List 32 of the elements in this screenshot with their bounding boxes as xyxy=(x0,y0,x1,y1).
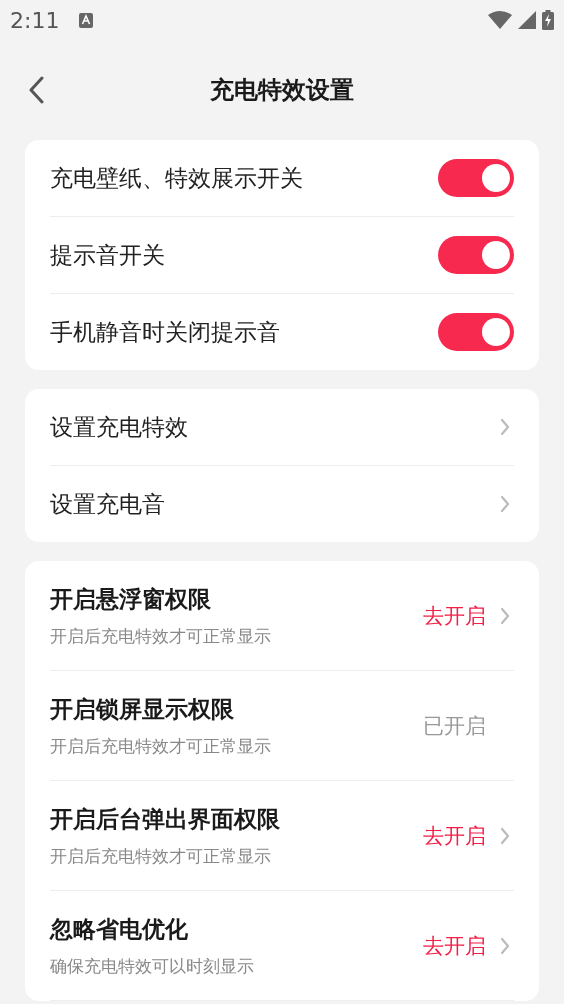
chevron-icon xyxy=(500,495,510,513)
permission-title: 开启锁屏显示权限 xyxy=(50,694,235,724)
setting-label: 手机静音时关闭提示音 xyxy=(50,317,280,347)
status-time: 2:11 xyxy=(10,7,60,33)
menu-item[interactable]: 设置充电特效 xyxy=(50,411,188,443)
permission-title: 开启悬浮窗权限 xyxy=(50,584,212,614)
setting-label: 提示音开关 xyxy=(50,240,165,270)
setting-label: 充电壁纸、特效展示开关 xyxy=(50,163,303,193)
permission-description: 开启后充电特效才可正常显示 xyxy=(50,734,272,758)
permission-description: 确保充电特效可以时刻显示 xyxy=(50,954,255,978)
permission-description: 开启后充电特效才可正常显示 xyxy=(50,844,272,868)
battery-charging-icon xyxy=(542,10,554,30)
notification-icon xyxy=(79,12,94,28)
chevron-icon xyxy=(500,418,510,436)
permission-title: 开启后台弹出界面权限 xyxy=(50,804,281,834)
chevron-icon xyxy=(500,826,510,845)
enable-link[interactable]: 去开启 xyxy=(423,821,486,850)
toggle-switch[interactable] xyxy=(438,236,514,274)
permission-title: 忽略省电优化 xyxy=(50,914,189,944)
enable-link[interactable]: 去开启 xyxy=(423,931,486,960)
permission-description: 开启后充电特效才可正常显示 xyxy=(50,624,272,648)
toggle-switch[interactable] xyxy=(438,159,514,197)
enable-link[interactable]: 去开启 xyxy=(423,601,486,630)
chevron-icon xyxy=(500,606,510,625)
status-label: 已开启 xyxy=(423,712,486,740)
wifi-icon xyxy=(488,11,512,29)
signal-icon xyxy=(518,11,536,29)
page-title: 充电特效设置 xyxy=(210,75,354,106)
toggle-switch[interactable] xyxy=(438,313,514,351)
chevron-icon xyxy=(500,936,510,955)
menu-item[interactable]: 设置充电音 xyxy=(50,488,165,520)
back-icon[interactable] xyxy=(28,76,44,104)
